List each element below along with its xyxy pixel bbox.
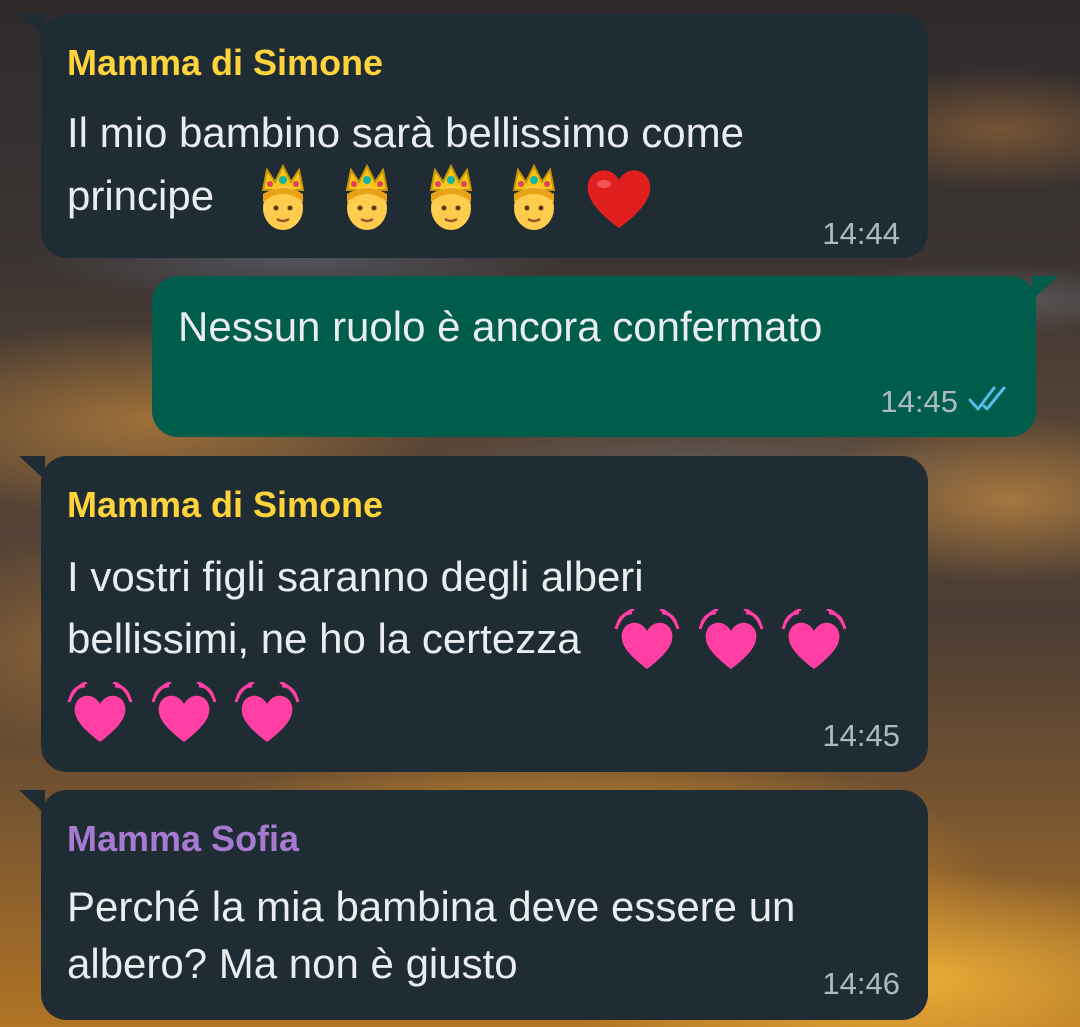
message-timestamp: 14:46 bbox=[822, 966, 900, 1001]
sender-name[interactable]: Mamma di Simone bbox=[67, 484, 383, 526]
message-line: I vostri figli saranno degli alberi bbox=[67, 553, 644, 600]
message-timestamp: 14:44 bbox=[822, 216, 900, 251]
beating-heart-emoji-icon bbox=[698, 608, 764, 669]
read-double-check-icon bbox=[968, 386, 1006, 411]
prince-emoji-icon bbox=[345, 164, 389, 230]
red-heart-emoji-icon bbox=[587, 170, 651, 228]
message-line: Perché la mia bambina deve essere un bbox=[67, 883, 796, 930]
message-text: Nessun ruolo è ancora confermato bbox=[178, 303, 823, 350]
beating-heart-emoji-icon bbox=[781, 608, 847, 669]
beating-heart-emoji-icon bbox=[614, 608, 680, 669]
message-text: Perché la mia bambina deve essere un alb… bbox=[67, 878, 795, 992]
sender-name[interactable]: Mamma Sofia bbox=[67, 818, 299, 860]
message-line-text: bellissimi, ne ho la certezza bbox=[67, 615, 581, 662]
prince-emoji-icon bbox=[262, 164, 305, 230]
message-timestamp: 14:45 bbox=[822, 718, 900, 753]
message-text: I vostri figli saranno degli alberi bell… bbox=[67, 546, 847, 748]
prince-emoji-icon bbox=[429, 164, 473, 230]
message-bubble-incoming[interactable]: Mamma di Simone Il mio bambino sarà bell… bbox=[19, 14, 928, 258]
message-bubble-outgoing[interactable]: Nessun ruolo è ancora confermato 14:45 bbox=[152, 276, 1058, 437]
bubble-tail bbox=[19, 790, 45, 814]
message-line: albero? Ma non è giusto bbox=[67, 940, 518, 987]
message-line bbox=[67, 681, 847, 748]
beating-heart-emoji-icon bbox=[67, 681, 133, 742]
bubble-tail bbox=[19, 14, 45, 38]
message-line: Il mio bambino sarà bellissimo come bbox=[67, 109, 744, 156]
message-text: Il mio bambino sarà bellissimo come prin… bbox=[67, 102, 744, 234]
beating-heart-emoji-icon bbox=[234, 681, 300, 742]
message-bubble-incoming[interactable]: Mamma di Simone I vostri figli saranno d… bbox=[19, 456, 928, 772]
sender-name[interactable]: Mamma di Simone bbox=[67, 42, 383, 84]
beating-heart-emoji-icon bbox=[151, 681, 217, 742]
message-timestamp: 14:45 bbox=[880, 384, 958, 419]
bubble-tail bbox=[19, 456, 45, 480]
prince-emoji-icon bbox=[513, 164, 556, 230]
message-bubble-incoming[interactable]: Mamma Sofia Perché la mia bambina deve e… bbox=[19, 790, 928, 1020]
message-line: principe bbox=[67, 164, 744, 234]
message-line: bellissimi, ne ho la certezza bbox=[67, 608, 847, 675]
bubble-tail bbox=[1032, 276, 1058, 300]
message-line-text: principe bbox=[67, 172, 215, 220]
